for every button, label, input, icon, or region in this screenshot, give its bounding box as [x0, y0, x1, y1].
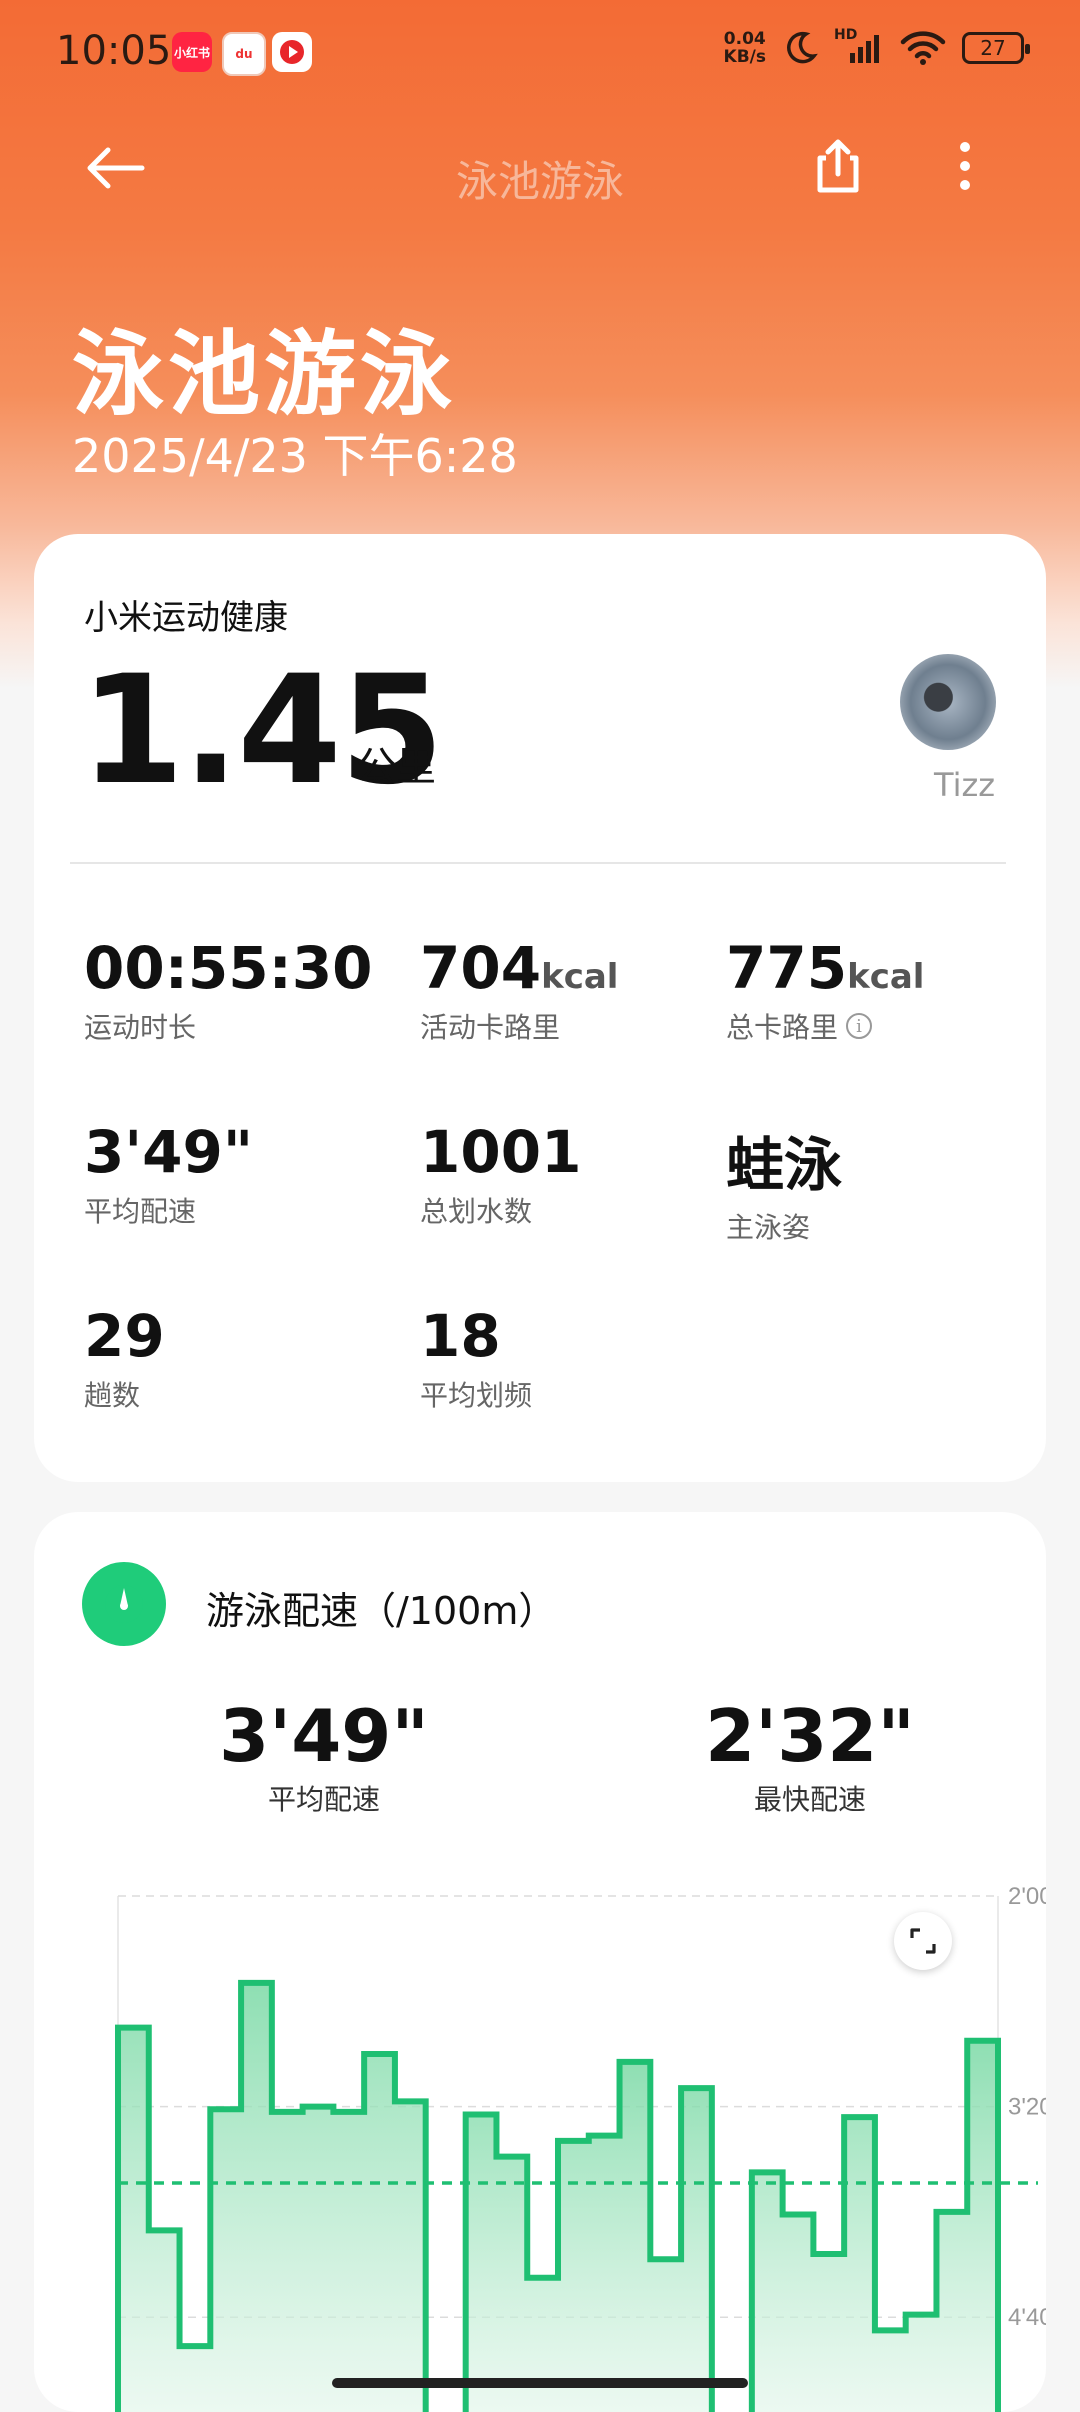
fastest-pace-label: 最快配速 — [753, 1783, 866, 1816]
more-dot — [960, 161, 970, 171]
stat-label: 总卡路里 — [726, 1011, 839, 1044]
stat-label: 活动卡路里 — [420, 1011, 561, 1044]
more-dot — [960, 180, 970, 190]
stat-value: 3'49" — [84, 1118, 254, 1186]
share-button[interactable] — [806, 134, 870, 198]
network-speed-unit: KB/s — [723, 47, 766, 67]
stat-label: 趟数 — [84, 1379, 141, 1412]
brand-label: 小米运动健康 — [84, 598, 288, 638]
avg-pace-value: 3'49" — [219, 1694, 429, 1778]
status-bar: 10:05 小红书 du 0.04 KB/s HD 27 — [0, 0, 1080, 110]
avg-pace-summary: 3'49" 平均配速 — [174, 1694, 474, 1818]
expand-chart-button[interactable] — [894, 1912, 952, 1970]
toolbar: 泳池游泳 — [0, 110, 1080, 230]
stat-value: 704 — [420, 934, 542, 1002]
stat-value: 775 — [726, 934, 848, 1002]
stat-label: 平均配速 — [84, 1195, 197, 1228]
stat-avg-pace: 3'49" 平均配速 — [84, 1118, 253, 1230]
stat-strokes: 1001 总划水数 — [420, 1118, 581, 1230]
stopwatch-icon — [82, 1562, 166, 1646]
pace-card: 游泳配速（/100m） 3'49" 平均配速 2'32" 最快配速 2'00" 3… — [34, 1512, 1046, 2412]
status-indicators: 0.04 KB/s HD 27 — [724, 27, 1030, 66]
status-time: 10:05 — [56, 28, 172, 74]
moon-icon — [787, 31, 818, 64]
stat-total-calories: 775kcal 总卡路里 i — [726, 934, 924, 1046]
battery-icon: 27 — [962, 32, 1030, 64]
expand-icon — [910, 1928, 936, 1954]
share-icon — [817, 139, 859, 193]
workout-datetime: 2025/4/23 下午6:28 — [72, 429, 518, 483]
fastest-pace-value: 2'32" — [705, 1694, 915, 1778]
xiaohongshu-app-icon: 小红书 — [172, 32, 212, 72]
stat-value: 29 — [84, 1302, 165, 1370]
du-app-icon: du — [222, 32, 266, 76]
stat-value: 蛙泳 — [726, 1131, 843, 1199]
toolbar-title: 泳池游泳 — [455, 157, 624, 206]
user-name: Tizz — [934, 766, 996, 804]
y-tick-label: 4'40" — [1008, 2304, 1046, 2331]
signal-icon: HD — [834, 27, 884, 65]
more-vertical-icon — [960, 142, 970, 152]
network-speed-value: 0.04 — [723, 29, 766, 49]
stat-label: 平均划频 — [420, 1379, 533, 1412]
stat-unit: kcal — [541, 957, 619, 997]
y-tick-label: 3'20" — [1008, 2094, 1046, 2121]
y-tick-label: 2'00" — [1008, 1883, 1046, 1910]
network-speed: 0.04 KB/s — [724, 30, 766, 66]
stat-label: 主泳姿 — [726, 1211, 811, 1244]
distance-unit: 公里 — [356, 744, 436, 790]
avg-pace-label: 平均配速 — [267, 1783, 380, 1816]
stat-value: 1001 — [420, 1118, 582, 1186]
stat-active-calories: 704kcal 活动卡路里 — [420, 934, 618, 1046]
info-icon[interactable]: i — [846, 1013, 873, 1039]
avatar[interactable] — [900, 654, 996, 750]
stat-main-stroke: 蛙泳 主泳姿 — [726, 1118, 842, 1246]
wifi-icon — [900, 31, 946, 65]
page-title: 泳池游泳 — [72, 321, 457, 428]
stat-stroke-rate: 18 平均划频 — [420, 1302, 532, 1414]
pace-card-title: 游泳配速（/100m） — [206, 1589, 557, 1633]
stat-value: 18 — [420, 1302, 501, 1370]
stat-label: 运动时长 — [84, 1011, 197, 1044]
pace-area-segment — [465, 2061, 712, 2412]
home-indicator[interactable] — [332, 2378, 748, 2388]
divider — [70, 862, 1006, 864]
stat-unit: kcal — [847, 957, 925, 997]
stat-laps: 29 趟数 — [84, 1302, 165, 1414]
summary-card: 小米运动健康 1.45 公里 Tizz 00:55:30 运动时长 704kca… — [34, 534, 1046, 1482]
more-button[interactable] — [940, 134, 990, 198]
stat-label: 总划水数 — [420, 1195, 533, 1228]
stat-value: 00:55:30 — [84, 934, 373, 1002]
fastest-pace-summary: 2'32" 最快配速 — [660, 1694, 960, 1818]
stat-duration: 00:55:30 运动时长 — [84, 934, 373, 1046]
video-app-icon — [272, 32, 312, 72]
